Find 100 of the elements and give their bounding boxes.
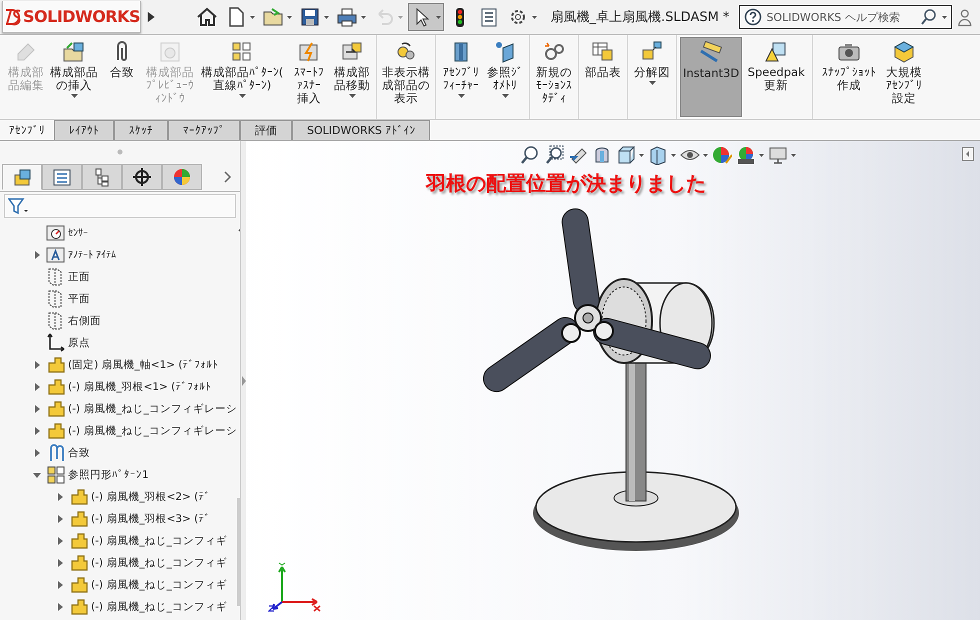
expand-arrow-icon[interactable] [57,581,63,589]
expand-arrow-icon[interactable] [57,537,63,545]
tree-item[interactable]: 正面 [68,270,90,284]
tree-item[interactable]: 平面 [68,292,90,306]
panel-toggle-icon[interactable] [962,147,974,161]
preview-window-icon [158,40,182,64]
color-ball-icon [712,145,732,165]
view-toolbar-button[interactable] [712,144,732,166]
expand-arrow-icon[interactable] [34,405,40,413]
crosshair-icon [132,167,152,187]
search-field[interactable]: SOLIDWORKS ヘルプ検索 [766,10,916,24]
tree-item[interactable]: 合致 [68,446,90,460]
expand-arrow-icon[interactable] [57,603,63,611]
ribbon-button[interactable]: 構成部品の挿入 [48,37,100,117]
filter-icon[interactable] [8,197,28,215]
cube-icon [892,40,916,64]
expand-arrow-icon[interactable] [57,493,63,501]
tree-item[interactable]: (-) 扇風機_ねじ_コンフィギレーシ [68,424,237,438]
panel-tab[interactable] [42,164,82,190]
gauge-folder-icon [46,223,66,243]
chevron-right-icon[interactable] [224,171,232,183]
view-toolbar-button[interactable] [648,144,676,166]
tree-item[interactable]: (-) 扇風機_羽根<2> (ﾃﾞ [91,490,210,504]
tree-item[interactable]: (-) 扇風機_ねじ_コンフィギ [91,534,227,548]
help-icon [744,8,762,26]
ribbon-button[interactable]: 新規のﾓｰｼｮﾝｽﾀﾃﾞｨ [533,37,575,117]
view-toolbar-button[interactable] [736,144,764,166]
tree-item[interactable]: ｱﾉﾃｰﾄ ｱｲﾃﾑ [68,249,116,261]
tree-item[interactable]: (-) 扇風機_羽根<1> (ﾃﾞﾌｫﾙﾄ [68,380,212,394]
document-title: 扇風機_卓上扇風機.SLDASM * [550,9,730,26]
tree-item[interactable]: (固定) 扇風機_軸<1> (ﾃﾞﾌｫﾙﾄ [68,358,218,372]
tree-item[interactable]: ｾﾝｻｰ [68,227,88,239]
expand-arrow-icon[interactable] [34,449,40,457]
tree-item[interactable]: (-) 扇風機_ねじ_コンフィギ [91,556,227,570]
logo-text: SOLIDWORKS [23,7,140,26]
tree-item[interactable]: 右側面 [68,314,101,328]
part-icon [69,509,89,529]
ribbon-button[interactable]: 部品表 [582,37,624,117]
expand-arrow-icon[interactable] [147,10,156,24]
command-tab[interactable]: SOLIDWORKS ｱﾄﾞｲﾝ [292,120,430,140]
ribbon-button[interactable]: 大規模ｱｾﾝﾌﾞﾘ設定 [883,37,926,117]
color-wheel-icon [172,167,192,187]
panel-tab[interactable] [122,164,162,190]
expand-arrow-icon[interactable] [34,383,40,391]
expand-arrow-icon[interactable] [57,515,63,523]
tree-item[interactable]: (-) 扇風機_ねじ_コンフィギ [91,578,227,592]
home-icon [196,6,218,28]
part-icon [46,399,66,419]
ruler-arrow-icon [699,41,724,65]
ribbon-button[interactable]: 参照ｼﾞｵﾒﾄﾘ [484,37,526,117]
panel-tab[interactable] [2,164,42,190]
part-icon [69,487,89,507]
view-toolbar-button[interactable] [616,144,644,166]
ribbon-button[interactable]: 合致 [101,37,143,117]
expand-arrow-icon[interactable] [57,559,63,567]
expand-arrow-icon[interactable] [34,251,40,259]
warning-cube-icon [764,40,788,64]
tree-item[interactable]: 参照円形ﾊﾟﾀｰﾝ1 [68,468,149,482]
ribbon-button[interactable]: ｱｾﾝﾌﾞﾘﾌｨｰﾁｬｰ [439,37,483,117]
part-icon [69,575,89,595]
tree-item[interactable]: (-) 扇風機_ねじ_コンフィギレーシ [68,402,237,416]
ribbon-button[interactable]: 分解図 [631,37,673,117]
ribbon-button[interactable]: 構成部品ﾊﾟﾀｰﾝ(直線ﾊﾟﾀｰﾝ) [197,37,287,117]
cube-icon [12,167,32,187]
search-icon [920,8,938,26]
view-toolbar-button[interactable] [544,144,564,166]
command-tab[interactable]: ｽｹｯﾁ [114,120,168,140]
monitor-icon [768,145,788,165]
ribbon-button[interactable]: ｽﾅｯﾌﾟｼｮｯﾄ作成 [816,37,882,117]
expand-arrow-icon[interactable] [34,427,40,435]
printer-icon [336,6,358,28]
command-tab[interactable]: ﾏｰｸｱｯﾌﾟ [168,120,240,140]
command-tab[interactable]: ﾚｲｱｳﾄ [54,120,114,140]
view-toolbar-button[interactable] [520,144,540,166]
ribbon-button[interactable]: Speedpak更新 [743,37,810,117]
part-icon [46,355,66,375]
search-bar[interactable]: SOLIDWORKS ヘルプ検索 [739,5,952,29]
part-icon [69,553,89,573]
ribbon-button[interactable]: Instant3D [680,37,742,117]
splitter-handle-icon[interactable] [117,149,123,155]
command-tab[interactable]: 評価 [240,120,292,140]
collapse-arrow-icon[interactable] [33,472,41,478]
caret-icon [942,16,948,18]
part-icon [46,421,66,441]
scene-icon [736,145,756,165]
part-icon [69,597,89,617]
view-cube-icon [616,145,636,165]
ribbon-button[interactable]: ｽﾏｰﾄﾌｧｽﾅｰ挿入 [288,37,330,117]
part-icon [69,531,89,551]
tree-item[interactable]: (-) 扇風機_ねじ_コンフィギ [91,600,227,614]
ribbon-button[interactable]: 非表示構成部品の表示 [380,37,432,117]
annotation-folder-icon [46,245,66,265]
save-icon [298,6,321,28]
tree-item[interactable]: 原点 [68,336,90,350]
expand-arrow-icon[interactable] [34,361,40,369]
zoom-fit-icon [520,145,540,165]
tree-item[interactable]: (-) 扇風機_羽根<3> (ﾃﾞ [91,512,210,526]
panel-tab[interactable] [82,164,122,190]
toolbar-button[interactable] [408,3,444,31]
ribbon-button[interactable]: 構成部品移動 [331,37,373,117]
